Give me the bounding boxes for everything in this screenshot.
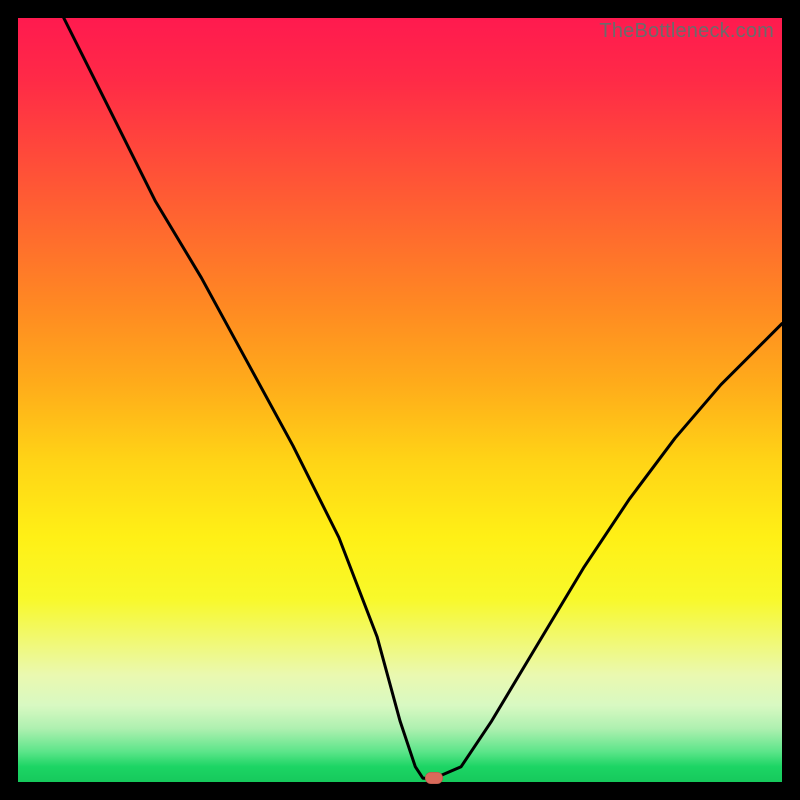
curve-path [64,18,782,778]
optimal-point-marker [425,772,443,784]
watermark-text: TheBottleneck.com [599,20,774,43]
chart-frame: TheBottleneck.com [0,0,800,800]
plot-area: TheBottleneck.com [18,18,782,782]
bottleneck-curve [18,18,782,782]
